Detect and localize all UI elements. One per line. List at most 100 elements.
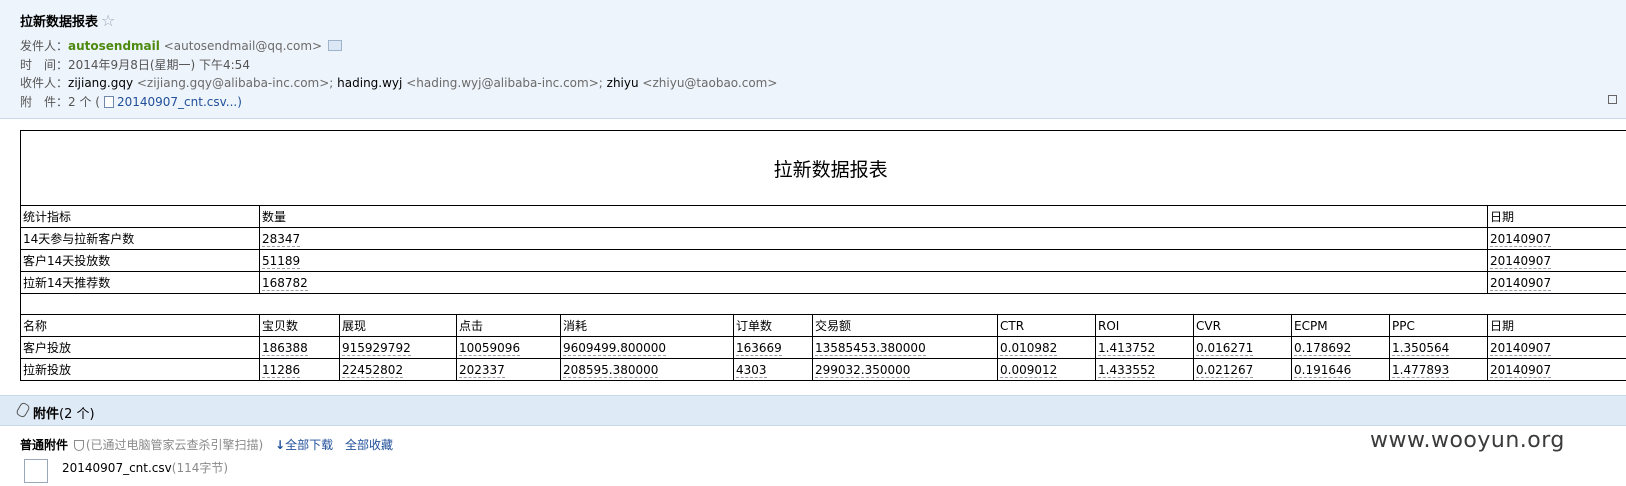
table-spacer — [19, 293, 1626, 315]
summary-value: 168782 — [262, 275, 308, 291]
summary-cell: 20140907 — [1486, 227, 1626, 250]
detail-cell: 1.477893 — [1389, 358, 1488, 381]
normal-attachment-row: 普通附件 (已通过电脑管家云查杀引擎扫描) ↓全部下载 全部收藏 — [20, 436, 393, 453]
detail-header: 名称 — [20, 314, 260, 337]
detail-cell: 186388 — [259, 336, 340, 359]
detail-value: 186388 — [262, 340, 308, 356]
mail-header: 拉新数据报表 ☆ 发件人：autosendmail <autosendmail@q… — [0, 0, 1626, 119]
detail-cell: 客户投放 — [20, 336, 260, 359]
sender-address: <autosendmail@qq.com> — [163, 39, 323, 53]
summary-value: 51189 — [262, 253, 301, 269]
attachment-title-text: 附件 — [33, 407, 60, 422]
sender-row: 发件人：autosendmail <autosendmail@qq.com> — [20, 37, 343, 54]
detail-value: 0.010982 — [1000, 340, 1058, 356]
table-row: 客户投放 186388 915929792 10059096 9609499.8… — [20, 336, 1626, 359]
report-table: 拉新数据报表 统计指标 数量 日期 14天参与拉新客户数 28347 20140… — [19, 130, 1626, 381]
attachment-count: (2 个) — [59, 407, 95, 422]
recipients-label: 收件人： — [20, 76, 69, 90]
detail-cell: 10059096 — [456, 336, 561, 359]
detail-cell: 1.433552 — [1095, 358, 1194, 381]
summary-date: 20140907 — [1490, 275, 1552, 291]
detail-header: 宝贝数 — [259, 314, 340, 337]
restore-icon[interactable] — [1608, 95, 1617, 104]
detail-cell: 0.009012 — [997, 358, 1096, 381]
detail-value: 1.413752 — [1098, 340, 1156, 356]
summary-cell: 20140907 — [1486, 271, 1626, 294]
paperclip-icon — [15, 401, 31, 419]
detail-cell: 208595.380000 — [560, 358, 734, 381]
detail-cell: 163669 — [733, 336, 813, 359]
recipient-name[interactable]: zijiang.gqy — [68, 76, 133, 90]
detail-header: 消耗 — [560, 314, 734, 337]
recipient-address: <hading.wyj@alibaba-inc.com>; — [406, 76, 603, 90]
recipient-name[interactable]: hading.wyj — [337, 76, 402, 90]
detail-value: 163669 — [736, 340, 782, 356]
sender-name[interactable]: autosendmail — [68, 39, 160, 53]
time-value: 2014年9月8日(星期一) 下午4:54 — [68, 58, 250, 72]
attach-first-link[interactable]: 20140907_cnt.csv...) — [117, 95, 242, 109]
detail-header: 点击 — [456, 314, 561, 337]
detail-value: 1.433552 — [1098, 362, 1156, 378]
table-row: 14天参与拉新客户数 28347 20140907 — [20, 227, 1626, 250]
summary-header: 统计指标 — [20, 205, 260, 228]
detail-header: 日期 — [1486, 314, 1626, 337]
summary-cell: 168782 — [259, 271, 1488, 294]
report-title: 拉新数据报表 — [19, 130, 1626, 206]
detail-value: 202337 — [459, 362, 505, 378]
detail-cell: 11286 — [259, 358, 340, 381]
download-all-link[interactable]: ↓全部下载 — [275, 438, 333, 452]
detail-cell: 0.010982 — [997, 336, 1096, 359]
detail-header: 订单数 — [733, 314, 813, 337]
detail-header: PPC — [1389, 314, 1488, 337]
detail-cell: 0.178692 — [1291, 336, 1390, 359]
subject-text: 拉新数据报表 — [20, 15, 99, 30]
window-controls[interactable] — [1606, 93, 1626, 105]
summary-value: 28347 — [262, 231, 301, 247]
file-name[interactable]: 20140907_cnt.csv — [62, 461, 172, 475]
detail-header: CTR — [997, 314, 1096, 337]
detail-cell: 13585453.380000 — [812, 336, 998, 359]
time-row: 时 间：2014年9月8日(星期一) 下午4:54 — [20, 56, 250, 73]
detail-value: 4303 — [736, 362, 767, 378]
detail-header: ROI — [1095, 314, 1194, 337]
detail-value: 20140907 — [1490, 362, 1552, 378]
summary-cell: 客户14天投放数 — [20, 249, 260, 272]
summary-date: 20140907 — [1490, 253, 1552, 269]
detail-cell: 1.413752 — [1095, 336, 1194, 359]
detail-cell: 9609499.800000 — [560, 336, 734, 359]
save-all-link[interactable]: 全部收藏 — [345, 438, 393, 452]
detail-value: 0.178692 — [1294, 340, 1352, 356]
detail-cell: 4303 — [733, 358, 813, 381]
detail-value: 20140907 — [1490, 340, 1552, 356]
detail-value: 10059096 — [459, 340, 521, 356]
detail-cell: 0.016271 — [1193, 336, 1292, 359]
csv-file-icon — [24, 459, 48, 483]
recipients-row: 收件人：zijiang.gqy <zijiang.gqy@alibaba-inc… — [20, 74, 777, 91]
detail-cell: 202337 — [456, 358, 561, 381]
star-icon[interactable]: ☆ — [101, 11, 115, 30]
recipient-address: <zhiyu@taobao.com> — [642, 76, 778, 90]
detail-value: 9609499.800000 — [563, 340, 667, 356]
attachment-file[interactable]: 20140907_cnt.csv(114字节) — [24, 459, 228, 483]
summary-cell: 14天参与拉新客户数 — [20, 227, 260, 250]
contact-card-icon[interactable] — [328, 40, 343, 51]
attachment-summary-row: 附 件：2 个 (20140907_cnt.csv...) — [20, 93, 242, 110]
detail-cell: 1.350564 — [1389, 336, 1488, 359]
detail-value: 299032.350000 — [815, 362, 911, 378]
detail-value: 1.477893 — [1392, 362, 1450, 378]
detail-cell: 0.191646 — [1291, 358, 1390, 381]
detail-header: 交易额 — [812, 314, 998, 337]
summary-header: 日期 — [1486, 205, 1626, 228]
detail-header: 展现 — [339, 314, 457, 337]
sender-label: 发件人： — [20, 39, 69, 53]
recipient-name[interactable]: zhiyu — [607, 76, 639, 90]
detail-cell: 299032.350000 — [812, 358, 998, 381]
download-arrow-icon: ↓ — [275, 438, 286, 452]
summary-cell: 51189 — [259, 249, 1488, 272]
file-size: (114字节) — [171, 461, 229, 475]
detail-header: CVR — [1193, 314, 1292, 337]
detail-cell: 22452802 — [339, 358, 457, 381]
summary-header: 数量 — [259, 205, 1488, 228]
detail-header-row: 名称 宝贝数 展现 点击 消耗 订单数 交易额 CTR ROI CVR ECPM… — [20, 314, 1626, 337]
detail-value: 22452802 — [342, 362, 404, 378]
